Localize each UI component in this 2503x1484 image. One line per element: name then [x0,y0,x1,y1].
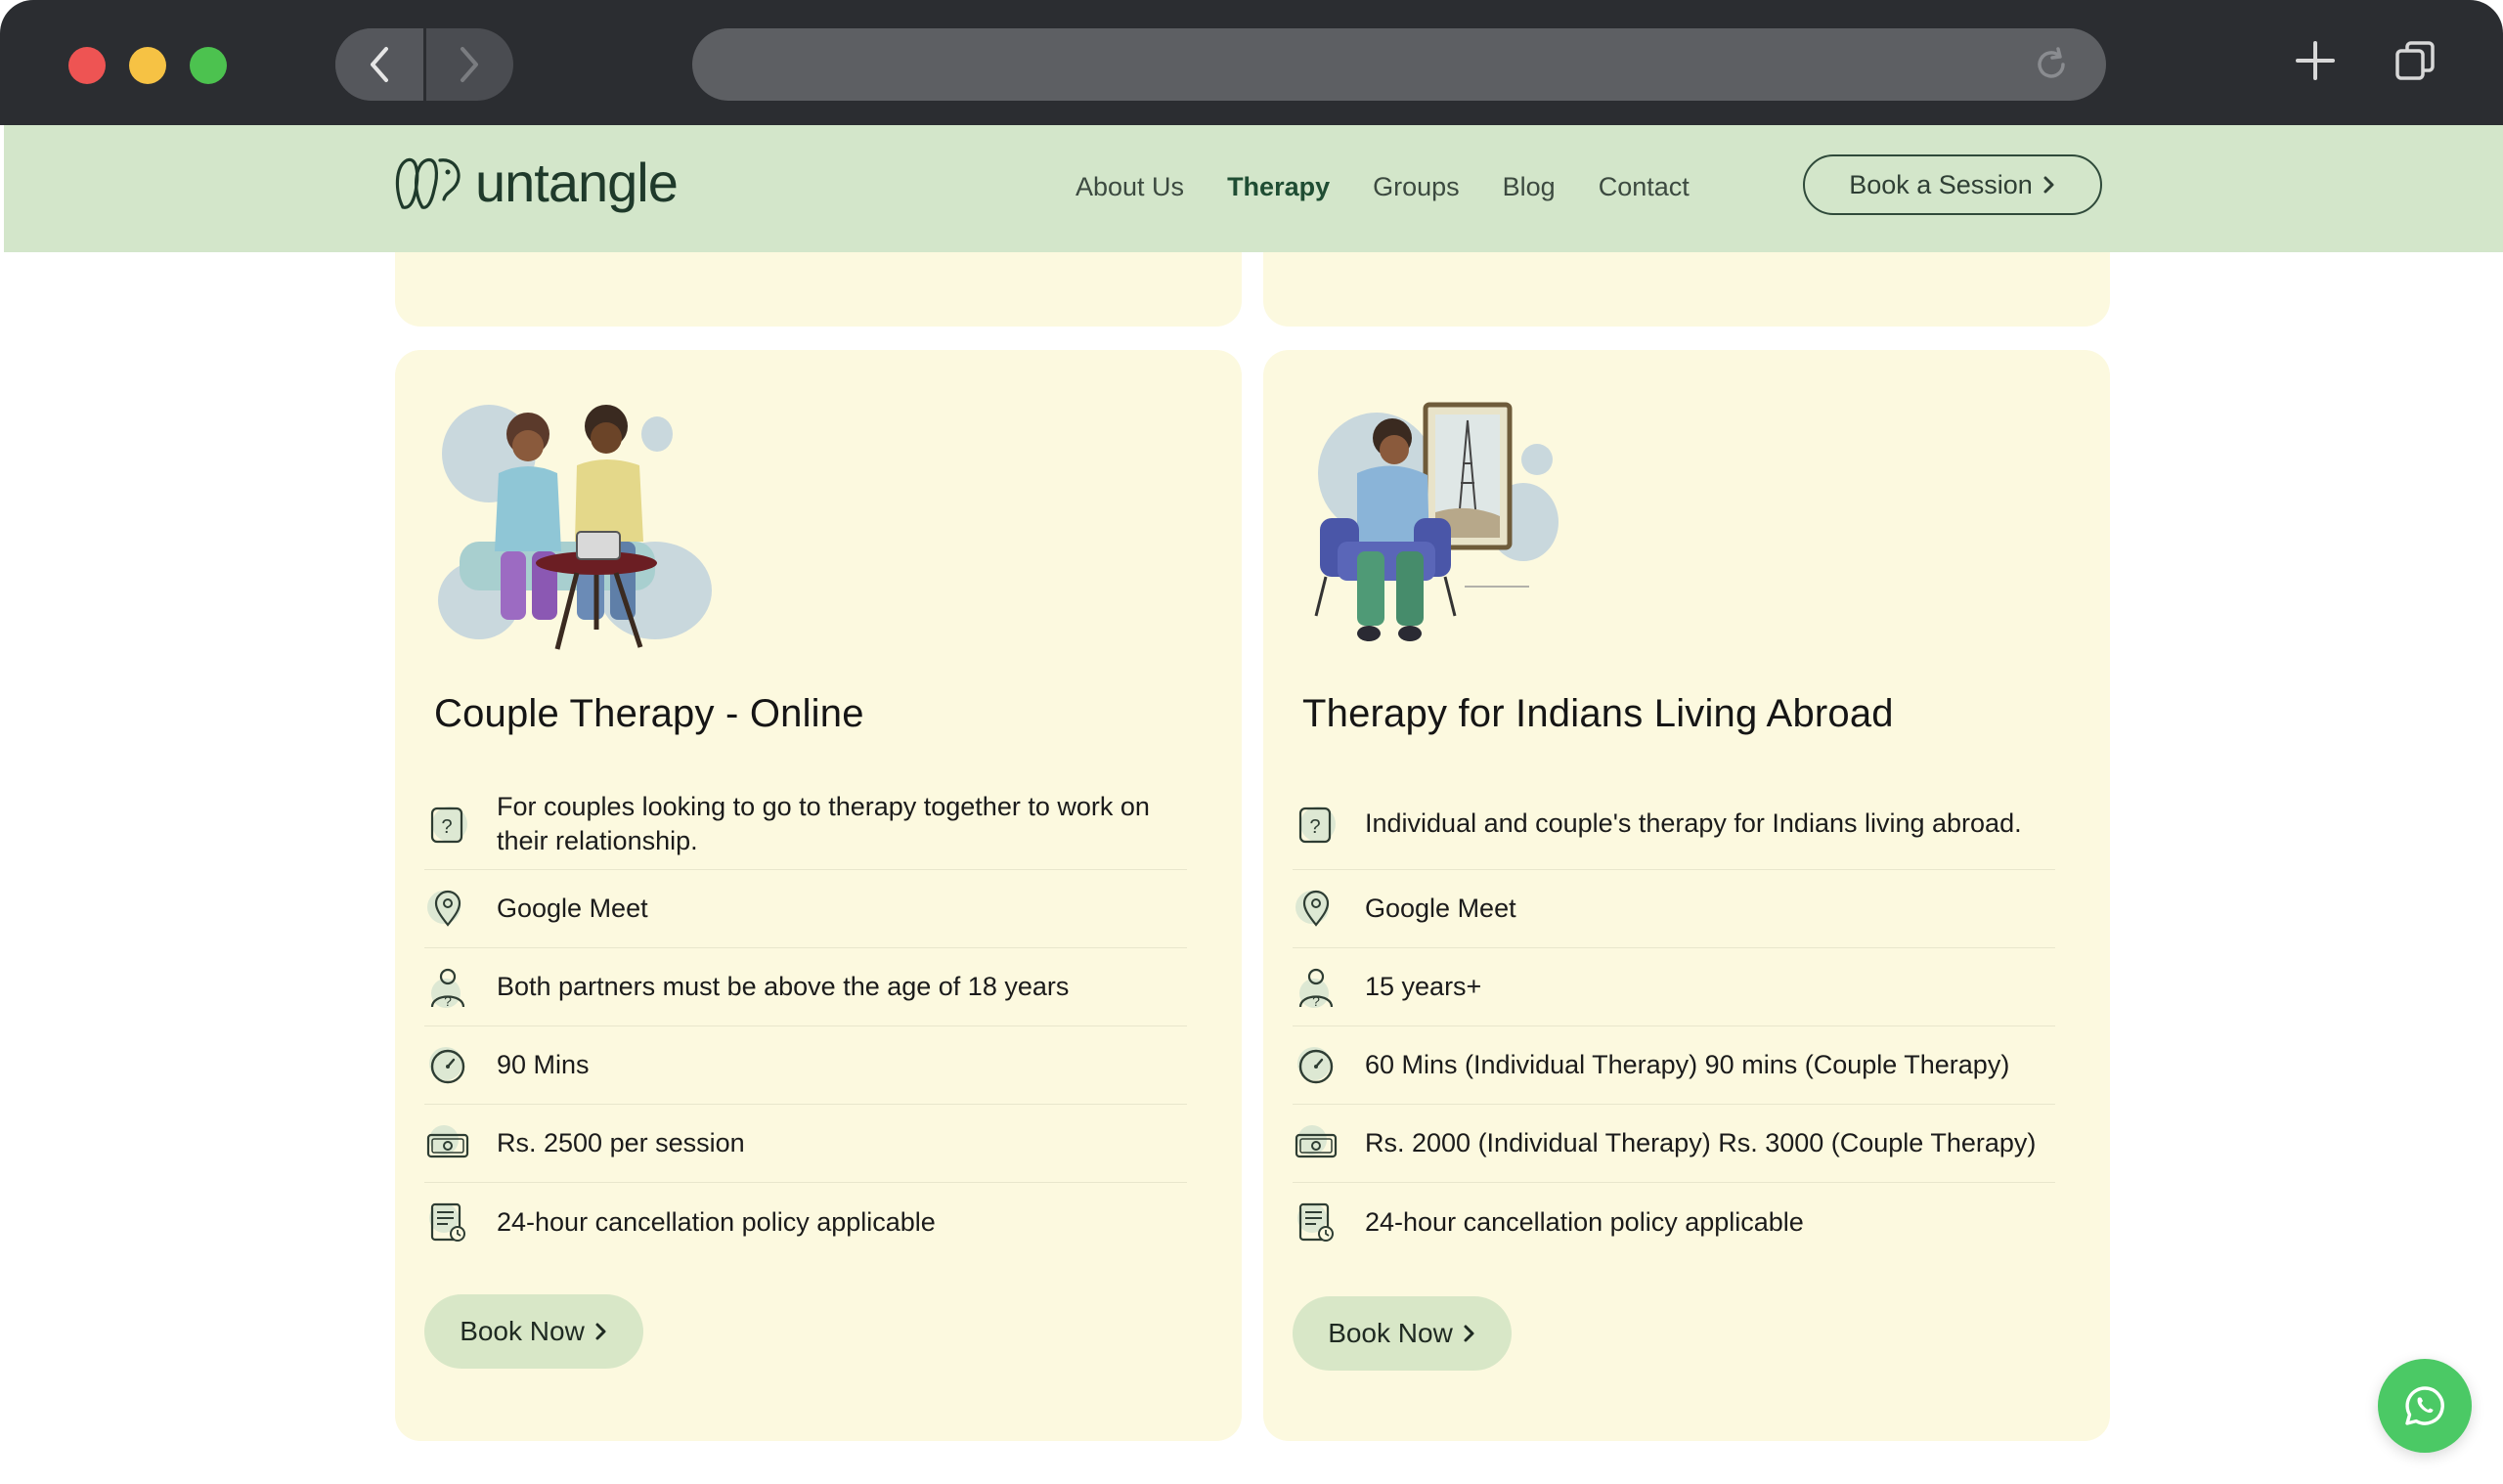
cash-icon [424,1120,471,1167]
clock-icon [424,1042,471,1089]
logo-text: untangle [475,152,679,213]
list-item: ? Both partners must be above the age of… [424,948,1187,1026]
nav-about-us[interactable]: About Us [1076,172,1184,202]
price-text: Rs. 2500 per session [497,1128,745,1157]
service-card-couple-therapy: Couple Therapy - Online ? For couples lo… [395,350,1242,1441]
description-text: Individual and couple's therapy for Indi… [1365,808,2022,838]
nav-groups[interactable]: Groups [1373,172,1460,202]
whatsapp-icon [2405,1386,2444,1425]
duration-text: 90 Mins [497,1050,590,1079]
forward-button[interactable] [426,28,514,101]
nav-therapy[interactable]: Therapy [1227,172,1330,202]
logo[interactable]: untangle [393,152,679,213]
whatsapp-chat-button[interactable] [2378,1359,2472,1453]
question-icon: ? [424,801,471,848]
list-item: Rs. 2000 (Individual Therapy) Rs. 3000 (… [1293,1105,2055,1183]
service-card-indians-abroad: Therapy for Indians Living Abroad ? Indi… [1263,350,2110,1441]
book-now-label: Book Now [1328,1318,1453,1348]
list-item: Google Meet [424,870,1187,948]
couple-illustration [438,405,712,650]
location-text: Google Meet [497,894,648,923]
new-tab-icon[interactable] [2294,39,2337,82]
clock-icon [1293,1042,1339,1089]
book-now-label: Book Now [460,1316,585,1346]
list-item: Google Meet [1293,870,2055,948]
price-text: Rs. 2000 (Individual Therapy) Rs. 3000 (… [1365,1128,2037,1157]
list-item: ? Individual and couple's therapy for In… [1293,778,2055,870]
card-title: Couple Therapy - Online [434,692,864,735]
svg-text:?: ? [1309,816,1320,838]
maximize-window-button[interactable] [190,47,227,84]
policy-document-icon [1293,1199,1339,1245]
chevron-right-icon [595,1323,606,1340]
address-bar[interactable] [692,28,2106,101]
list-item: 90 Mins [424,1026,1187,1105]
description-text: For couples looking to go to therapy tog… [497,791,1150,855]
card-title: Therapy for Indians Living Abroad [1302,692,1894,735]
nav-contact[interactable]: Contact [1599,172,1690,202]
close-window-button[interactable] [68,47,106,84]
list-item: 60 Mins (Individual Therapy) 90 mins (Co… [1293,1026,2055,1105]
book-now-button[interactable]: Book Now [424,1294,643,1369]
svg-text:?: ? [1312,993,1320,1009]
nav-blog[interactable]: Blog [1503,172,1556,202]
location-text: Google Meet [1365,894,1516,923]
svg-text:?: ? [444,993,452,1009]
list-item: ? 15 years+ [1293,948,2055,1026]
question-icon: ? [1293,801,1339,848]
location-pin-icon [424,886,471,933]
list-item: 24-hour cancellation policy applicable [1293,1183,2055,1261]
person-icon: ? [424,964,471,1011]
chevron-left-icon [370,47,388,82]
list-item: Rs. 2500 per session [424,1105,1187,1183]
list-item: ? For couples looking to go to therapy t… [424,778,1187,870]
chevron-right-icon [1464,1325,1474,1342]
cancellation-policy-text: 24-hour cancellation policy applicable [497,1206,936,1237]
abroad-illustration [1314,402,1559,641]
card-details-list: ? Individual and couple's therapy for In… [1293,778,2055,1261]
history-nav [335,28,513,101]
age-text: 15 years+ [1365,972,1482,1001]
browser-chrome [0,0,2503,125]
duration-text: 60 Mins (Individual Therapy) 90 mins (Co… [1365,1050,2010,1079]
book-session-button[interactable]: Book a Session [1803,154,2102,215]
cancellation-policy-text: 24-hour cancellation policy applicable [1365,1206,1804,1237]
book-now-button[interactable]: Book Now [1293,1296,1512,1371]
age-text: Both partners must be above the age of 1… [497,972,1070,1001]
policy-document-icon [424,1199,471,1245]
location-pin-icon [1293,886,1339,933]
person-icon: ? [1293,964,1339,1011]
card-details-list: ? For couples looking to go to therapy t… [424,778,1187,1261]
main-nav: About Us Therapy Groups Blog Contact [1076,172,1733,202]
site-header: untangle About Us Therapy Groups Blog Co… [4,125,2503,252]
chevron-right-icon [2043,176,2054,194]
reload-icon[interactable] [2032,45,2071,84]
minimize-window-button[interactable] [129,47,166,84]
untangle-logo-icon [395,157,461,209]
back-button[interactable] [335,28,426,101]
cash-icon [1293,1120,1339,1167]
svg-text:?: ? [441,816,452,838]
list-item: 24-hour cancellation policy applicable [424,1183,1187,1261]
chevron-right-icon [461,47,479,82]
tabs-overview-icon[interactable] [2393,39,2437,82]
book-session-label: Book a Session [1849,169,2033,199]
